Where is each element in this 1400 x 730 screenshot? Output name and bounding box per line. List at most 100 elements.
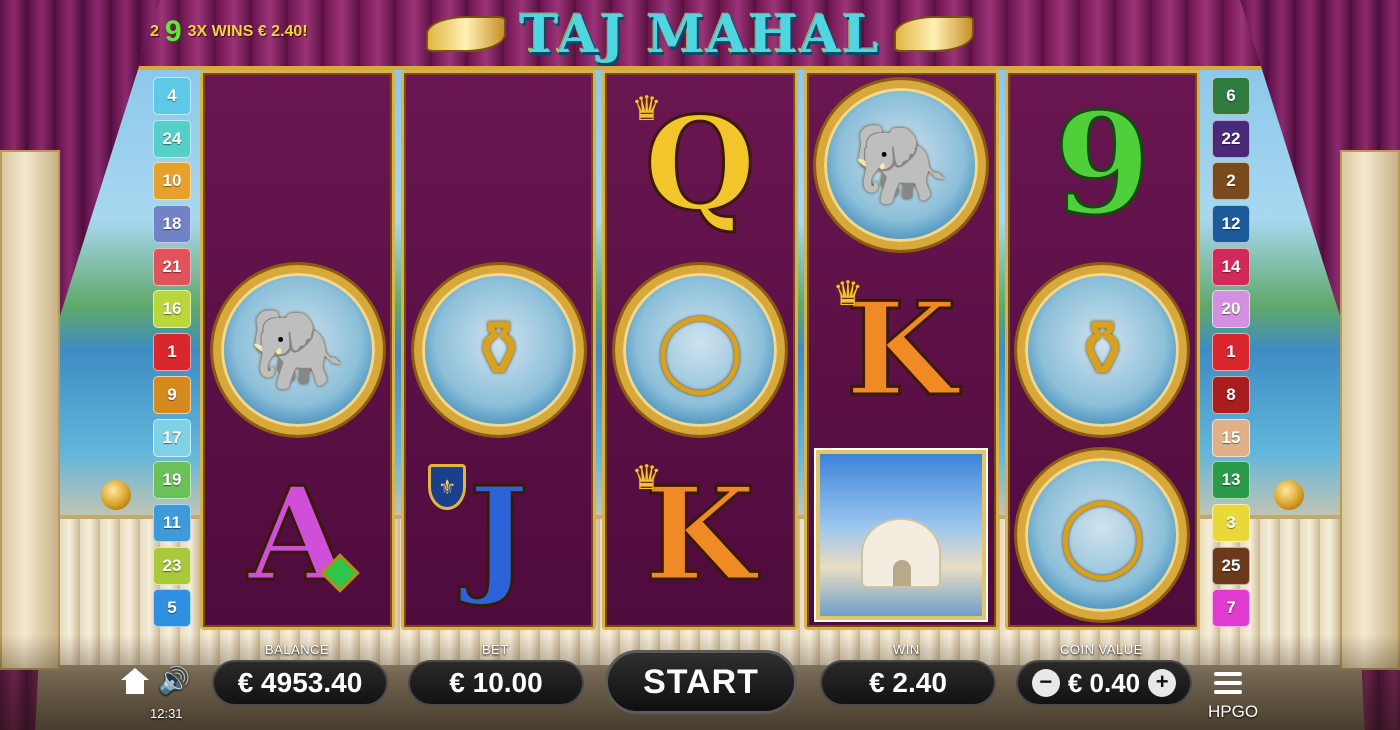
elephant-symbol: 🐘 [816, 80, 987, 251]
payline-left-6[interactable]: 16 [153, 290, 191, 329]
payline-right-4[interactable]: 12 [1212, 205, 1250, 244]
coin-value: € 0.40 [1067, 667, 1141, 698]
crown-icon: ♛ [832, 273, 864, 314]
payline-right-1[interactable]: 6 [1212, 77, 1250, 115]
payline-left-3[interactable]: 10 [153, 162, 191, 201]
elephant-icon: 🐘 [852, 119, 950, 210]
ring-icon: ◯ [1058, 489, 1147, 580]
balance-display: € 4953.40 [212, 660, 388, 706]
hamburger-menu-icon[interactable] [1214, 672, 1242, 694]
start-spin-button[interactable]: START [605, 650, 797, 714]
payline-left-5[interactable]: 21 [153, 247, 191, 286]
payline-right-10[interactable]: 13 [1212, 461, 1250, 500]
reel-5-cell-1: 9 [1008, 73, 1197, 258]
coin-decrease-button[interactable]: − [1031, 669, 1060, 697]
nine-symbol: 9 [1052, 83, 1152, 248]
j-symbol: J [467, 459, 531, 610]
golden-jug-symbol: ⚱ [1017, 265, 1188, 435]
speaker-icon[interactable]: 🔊 [158, 666, 190, 696]
finial-right [1274, 480, 1304, 510]
home-icon[interactable] [121, 668, 149, 694]
reel-1-cell-3: A [203, 442, 392, 627]
jug-icon: ⚱ [1069, 305, 1136, 395]
win-line-number: 9 [164, 15, 182, 48]
payline-left-10[interactable]: 19 [153, 461, 191, 500]
bet-value: € 10.00 [449, 667, 543, 698]
reel-1-cell-1 [203, 73, 392, 258]
balance-value: € 4953.40 [237, 667, 363, 698]
crown-icon: ♛ [631, 89, 662, 129]
payline-left-13[interactable]: 5 [153, 589, 191, 628]
elephant-symbol: 🐘 [212, 265, 383, 435]
payline-right-13[interactable]: 7 [1212, 589, 1250, 628]
payline-right-5[interactable]: 14 [1212, 247, 1250, 286]
reel-2-cell-3: ⚜ J [404, 442, 593, 627]
ring-icon: ◯ [656, 305, 744, 395]
payline-right-2[interactable]: 22 [1212, 119, 1250, 158]
reel-1: 🐘 A [200, 70, 396, 630]
payline-right-3[interactable]: 2 [1212, 162, 1250, 201]
payline-right-8[interactable]: 8 [1212, 375, 1250, 414]
gold-ring-symbol: ◯ [615, 265, 785, 435]
reel-grid: 🐘 A ⚱ ⚜ J ♛ Q ◯ ♛ K 🐘 ♛ K 9 ⚱ ◯ [200, 70, 1201, 630]
game-title-banner: TAJ MAHAL [400, 0, 1000, 68]
payline-left-4[interactable]: 18 [153, 205, 191, 244]
reel-1-cell-2: 🐘 [203, 258, 392, 443]
reel-2-cell-2: ⚱ [404, 258, 593, 443]
game-title: TAJ MAHAL [519, 3, 881, 65]
payline-right-11[interactable]: 3 [1212, 503, 1250, 542]
payline-left-12[interactable]: 23 [153, 546, 191, 585]
reel-2: ⚱ ⚜ J [401, 70, 597, 630]
fleur-de-lis-shield-icon: ⚜ [428, 464, 467, 511]
payline-left-2[interactable]: 24 [153, 119, 191, 158]
payline-right-9[interactable]: 15 [1212, 418, 1250, 457]
reel-5-cell-2: ⚱ [1008, 258, 1197, 443]
reel-4-cell-1: 🐘 [807, 73, 996, 258]
payline-left-9[interactable]: 17 [153, 418, 191, 457]
reel-3-cell-2: ◯ [605, 258, 794, 443]
taj-mahal-symbol [816, 449, 987, 620]
clock: 12:31 [150, 706, 183, 721]
reel-2-cell-1 [404, 73, 593, 258]
elephant-icon: 🐘 [249, 304, 347, 395]
payline-indicators-left: 4 24 10 18 21 16 1 9 17 19 11 23 5 [153, 77, 191, 628]
payline-left-11[interactable]: 11 [153, 503, 191, 542]
right-pillar [1340, 150, 1400, 670]
reel-3-cell-3: ♛ K [605, 442, 794, 627]
reel-3-cell-1: ♛ Q [605, 73, 794, 258]
coin-increase-button[interactable]: + [1148, 669, 1177, 697]
taj-mahal-icon [861, 517, 942, 588]
brand-logo: HPGO [1208, 702, 1259, 721]
left-pillar [0, 150, 60, 670]
finial-left [101, 480, 131, 510]
reel-4-cell-2: ♛ K [807, 258, 996, 443]
win-message-text: 3X WINS € 2.40! [187, 23, 308, 40]
gold-ring-symbol: ◯ [1017, 449, 1188, 620]
reel-5: 9 ⚱ ◯ [1004, 70, 1201, 630]
crown-icon: ♛ [631, 458, 662, 499]
feather-ornament-left [425, 16, 506, 52]
payline-left-7[interactable]: 1 [153, 333, 191, 372]
win-value: € 2.40 [869, 667, 947, 698]
reel-4: 🐘 ♛ K [803, 70, 999, 630]
golden-jug-symbol: ⚱ [413, 265, 584, 435]
payline-right-12[interactable]: 25 [1212, 546, 1250, 585]
win-label: WIN [893, 642, 920, 657]
payline-left-8[interactable]: 9 [153, 375, 191, 414]
payline-right-6[interactable]: 20 [1212, 290, 1250, 329]
payline-right-7[interactable]: 1 [1212, 333, 1250, 372]
coin-value-label: COIN VALUE [1060, 642, 1143, 657]
reel-5-cell-3: ◯ [1008, 442, 1197, 627]
feather-ornament-right [894, 16, 975, 52]
reel-3: ♛ Q ◯ ♛ K [602, 70, 798, 630]
reel-4-cell-3 [807, 442, 996, 627]
bet-label: BET [482, 642, 509, 657]
coin-value-selector: − € 0.40 + [1016, 660, 1192, 706]
win-line-count: 2 [150, 23, 159, 40]
bet-selector[interactable]: € 10.00 [408, 660, 584, 706]
win-message: 2 9 3X WINS € 2.40! [150, 12, 308, 52]
payline-left-1[interactable]: 4 [153, 77, 191, 115]
win-display: € 2.40 [820, 660, 996, 706]
jug-icon: ⚱ [466, 305, 532, 395]
balance-label: BALANCE [265, 642, 330, 657]
